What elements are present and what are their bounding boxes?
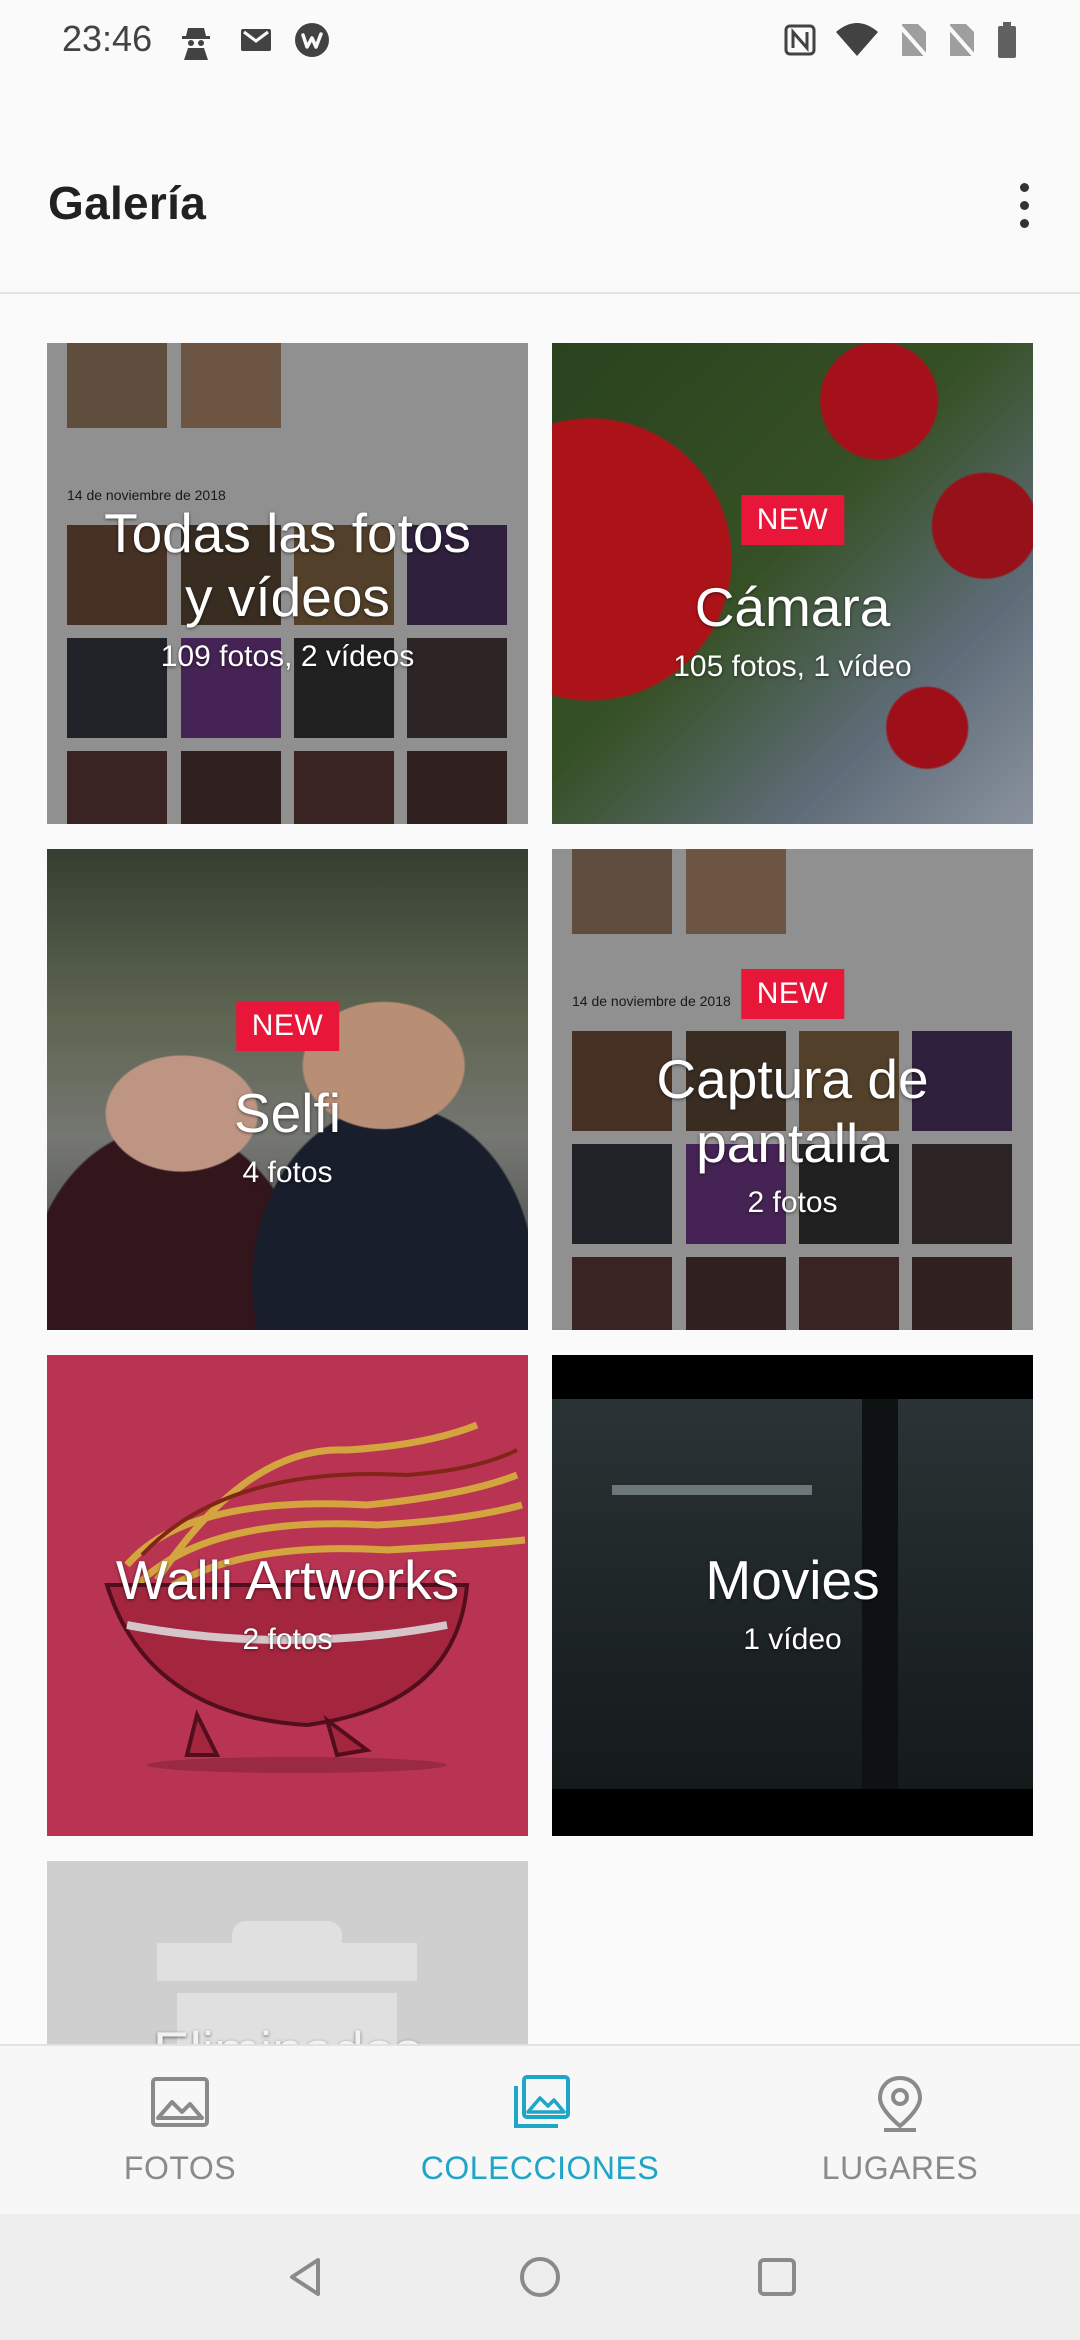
more-vert-icon[interactable] bbox=[994, 170, 1054, 240]
album-deleted[interactable]: Eliminados bbox=[47, 1861, 528, 2044]
album-title: Walli Artworks bbox=[115, 1549, 460, 1611]
nav-colecciones[interactable]: COLECCIONES bbox=[360, 2046, 720, 2216]
status-bar: 23:46 bbox=[0, 0, 1080, 80]
album-title: Captura de bbox=[656, 1048, 929, 1110]
system-nav-bar bbox=[0, 2214, 1080, 2340]
no-sim-icon bbox=[896, 22, 930, 60]
page-title: Galería bbox=[48, 177, 207, 229]
spy-icon bbox=[182, 28, 210, 60]
status-time: 23:46 bbox=[62, 18, 153, 59]
nav-label: LUGARES bbox=[821, 2150, 979, 2186]
album-title: Eliminados bbox=[47, 2019, 528, 2044]
battery-icon bbox=[998, 22, 1016, 58]
album-count: 2 fotos bbox=[242, 1623, 333, 1656]
album-selfie[interactable]: NEW Selfi 4 fotos bbox=[47, 849, 528, 1330]
gmail-icon bbox=[241, 29, 271, 51]
album-count: 109 fotos, 2 vídeos bbox=[160, 640, 415, 673]
new-badge: NEW bbox=[740, 495, 845, 545]
trash-icon bbox=[157, 1921, 417, 2044]
new-badge: NEW bbox=[235, 1001, 340, 1051]
back-icon[interactable] bbox=[280, 2252, 330, 2302]
collections-icon bbox=[514, 2075, 570, 2128]
bottom-nav: FOTOS COLECCIONES LUGARES bbox=[0, 2044, 1080, 2214]
album-walli-artworks[interactable]: Walli Artworks 2 fotos bbox=[47, 1355, 528, 1836]
album-screenshots[interactable]: 14 de noviembre de 2018 NEW Captura de p… bbox=[552, 849, 1033, 1330]
app-bar: Galería bbox=[0, 80, 1080, 294]
album-title: Todas las fotos bbox=[104, 502, 471, 564]
image-icon bbox=[151, 2077, 209, 2127]
recents-icon[interactable] bbox=[752, 2252, 802, 2302]
album-count: 105 fotos, 1 vídeo bbox=[673, 650, 912, 683]
album-count: 4 fotos bbox=[242, 1156, 333, 1189]
album-title-line2: pantalla bbox=[696, 1112, 889, 1174]
album-count: 1 vídeo bbox=[743, 1623, 842, 1656]
no-sim-icon bbox=[944, 22, 978, 60]
album-camera[interactable]: NEW Cámara 105 fotos, 1 vídeo bbox=[552, 343, 1033, 824]
wattpad-icon bbox=[295, 23, 329, 57]
nav-label: COLECCIONES bbox=[420, 2150, 660, 2186]
new-badge: NEW bbox=[740, 969, 845, 1019]
album-cover-image bbox=[47, 1861, 528, 2044]
album-count: 2 fotos bbox=[747, 1186, 838, 1219]
wifi-icon bbox=[836, 23, 878, 56]
album-title: Cámara bbox=[694, 576, 891, 638]
home-icon[interactable] bbox=[515, 2252, 565, 2302]
album-title: Selfi bbox=[234, 1082, 341, 1144]
nav-label: FOTOS bbox=[123, 2150, 237, 2186]
nav-lugares[interactable]: LUGARES bbox=[720, 2046, 1080, 2216]
album-grid: 14 de noviembre de 2018 Todas las fotos … bbox=[0, 296, 1080, 2044]
location-pin-icon bbox=[877, 2075, 923, 2132]
nfc-icon bbox=[784, 24, 816, 56]
album-all-photos[interactable]: 14 de noviembre de 2018 Todas las fotos … bbox=[47, 343, 528, 824]
album-movies[interactable]: Movies 1 vídeo bbox=[552, 1355, 1033, 1836]
album-title: Movies bbox=[705, 1549, 880, 1611]
album-title-line2: y vídeos bbox=[185, 566, 390, 628]
nav-fotos[interactable]: FOTOS bbox=[0, 2046, 360, 2216]
